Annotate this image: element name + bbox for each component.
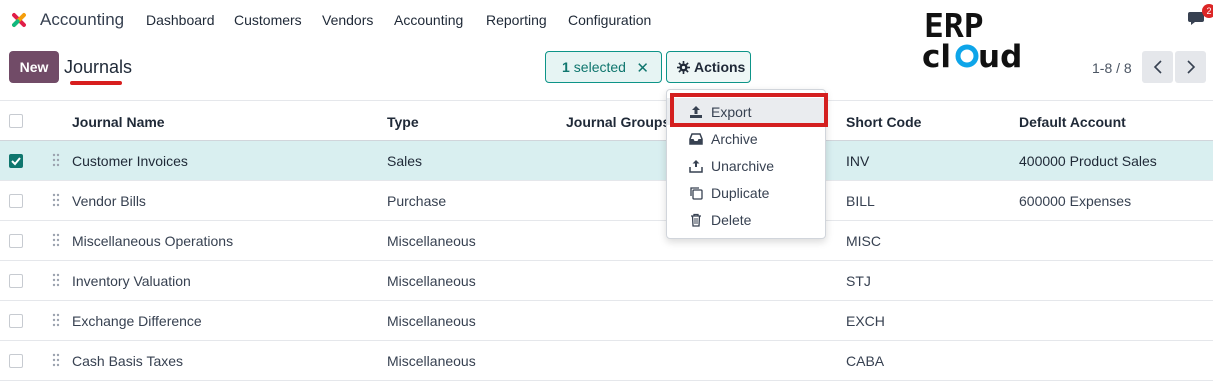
checkmark-icon [11, 157, 21, 166]
column-journal-name[interactable]: Journal Name [72, 114, 165, 130]
table-row[interactable]: Cash Basis Taxes Miscellaneous CABA [0, 341, 1213, 381]
menu-item-label: Unarchive [711, 157, 775, 174]
new-button[interactable]: New [9, 51, 59, 83]
unarchive-icon [689, 159, 703, 173]
breadcrumb-journals: Journals [64, 57, 133, 77]
row-checkbox[interactable] [9, 274, 23, 288]
row-checkbox[interactable] [9, 154, 23, 168]
nav-dashboard[interactable]: Dashboard [146, 12, 215, 28]
erp-cloud-logo: ERP cl ud [922, 8, 1022, 70]
chevron-right-icon [1186, 60, 1195, 74]
row-checkbox[interactable] [9, 234, 23, 248]
nav-accounting[interactable]: Accounting [394, 12, 463, 28]
table-row[interactable]: Customer Invoices Sales INV 400000 Product … [0, 141, 1213, 181]
drag-handle-icon[interactable] [52, 233, 60, 247]
drag-handle-icon[interactable] [52, 153, 60, 167]
cell-code: STJ [846, 273, 871, 289]
cell-type: Miscellaneous [387, 313, 476, 329]
cell-code: BILL [846, 193, 875, 209]
chat-badge: 2 [1202, 4, 1213, 18]
menu-item-label: Archive [711, 130, 758, 147]
pager-value[interactable]: 1-8 / 8 [1092, 60, 1132, 76]
nav-customers[interactable]: Customers [234, 12, 302, 28]
table-row[interactable]: Miscellaneous Operations Miscellaneous MIS… [0, 221, 1213, 261]
clear-selection-icon[interactable]: ✕ [636, 59, 649, 77]
cell-code: INV [846, 153, 870, 169]
row-checkbox[interactable] [9, 354, 23, 368]
table-header: Journal Name Type Journal Groups Short C… [0, 100, 1213, 141]
cell-name: Inventory Valuation [72, 273, 191, 289]
menu-item-unarchive[interactable]: Unarchive [667, 152, 825, 179]
menu-item-archive[interactable]: Archive [667, 125, 825, 152]
breadcrumb-annotation-underline [70, 81, 122, 85]
svg-text:ud: ud [978, 39, 1022, 70]
cell-name: Cash Basis Taxes [72, 353, 184, 369]
cell-name: Miscellaneous Operations [72, 233, 234, 249]
table-row[interactable]: Exchange Difference Miscellaneous EXCH [0, 301, 1213, 341]
column-type[interactable]: Type [387, 114, 419, 130]
duplicate-icon [690, 186, 703, 200]
column-default-account[interactable]: Default Account [1019, 114, 1126, 130]
menu-item-delete[interactable]: Delete [667, 206, 825, 233]
cell-type: Miscellaneous [387, 233, 476, 249]
menu-item-label: Delete [711, 211, 752, 228]
column-short-code[interactable]: Short Code [846, 114, 921, 130]
drag-handle-icon[interactable] [52, 353, 60, 367]
selected-text: selected [573, 59, 626, 75]
selection-indicator: 1 selected ✕ [545, 51, 662, 83]
cell-name: Vendor Bills [72, 193, 146, 209]
cell-account: 400000 Product Sales [1019, 153, 1157, 169]
actions-button[interactable]: Actions [666, 51, 751, 83]
select-all-checkbox[interactable] [9, 114, 23, 128]
nav-reporting[interactable]: Reporting [486, 12, 547, 28]
cell-type: Miscellaneous [387, 353, 476, 369]
drag-handle-icon[interactable] [52, 193, 60, 207]
cell-name: Customer Invoices [72, 153, 188, 169]
menu-item-label: Duplicate [711, 184, 770, 201]
table-row[interactable]: Vendor Bills Purchase BILL 600000 Expenses [0, 181, 1213, 221]
nav-configuration[interactable]: Configuration [568, 12, 651, 28]
cell-type: Sales [387, 153, 423, 169]
pager-next-button[interactable] [1175, 51, 1206, 83]
cell-code: MISC [846, 233, 881, 249]
column-journal-groups[interactable]: Journal Groups [566, 114, 670, 130]
row-checkbox[interactable] [9, 194, 23, 208]
export-annotation-highlight [670, 93, 828, 127]
cell-type: Purchase [387, 193, 447, 209]
gear-icon [677, 60, 690, 74]
drag-handle-icon[interactable] [52, 313, 60, 327]
pager-previous-button[interactable] [1142, 51, 1173, 83]
cell-account: 600000 Expenses [1019, 193, 1132, 209]
archive-icon [689, 132, 703, 145]
trash-icon [691, 213, 701, 227]
chevron-left-icon [1153, 60, 1162, 74]
app-name[interactable]: Accounting [40, 10, 124, 30]
table-row[interactable]: Inventory Valuation Miscellaneous STJ [0, 261, 1213, 301]
cell-name: Exchange Difference [72, 313, 202, 329]
drag-handle-icon[interactable] [52, 273, 60, 287]
nav-vendors[interactable]: Vendors [322, 12, 373, 28]
accounting-app-icon[interactable] [8, 9, 30, 31]
cell-code: CABA [846, 353, 885, 369]
svg-text:cl: cl [922, 39, 951, 70]
menu-item-duplicate[interactable]: Duplicate [667, 179, 825, 206]
actions-label: Actions [694, 59, 746, 75]
selected-count: 1 [562, 59, 570, 75]
cell-code: EXCH [846, 313, 885, 329]
row-checkbox[interactable] [9, 314, 23, 328]
cell-type: Miscellaneous [387, 273, 476, 289]
